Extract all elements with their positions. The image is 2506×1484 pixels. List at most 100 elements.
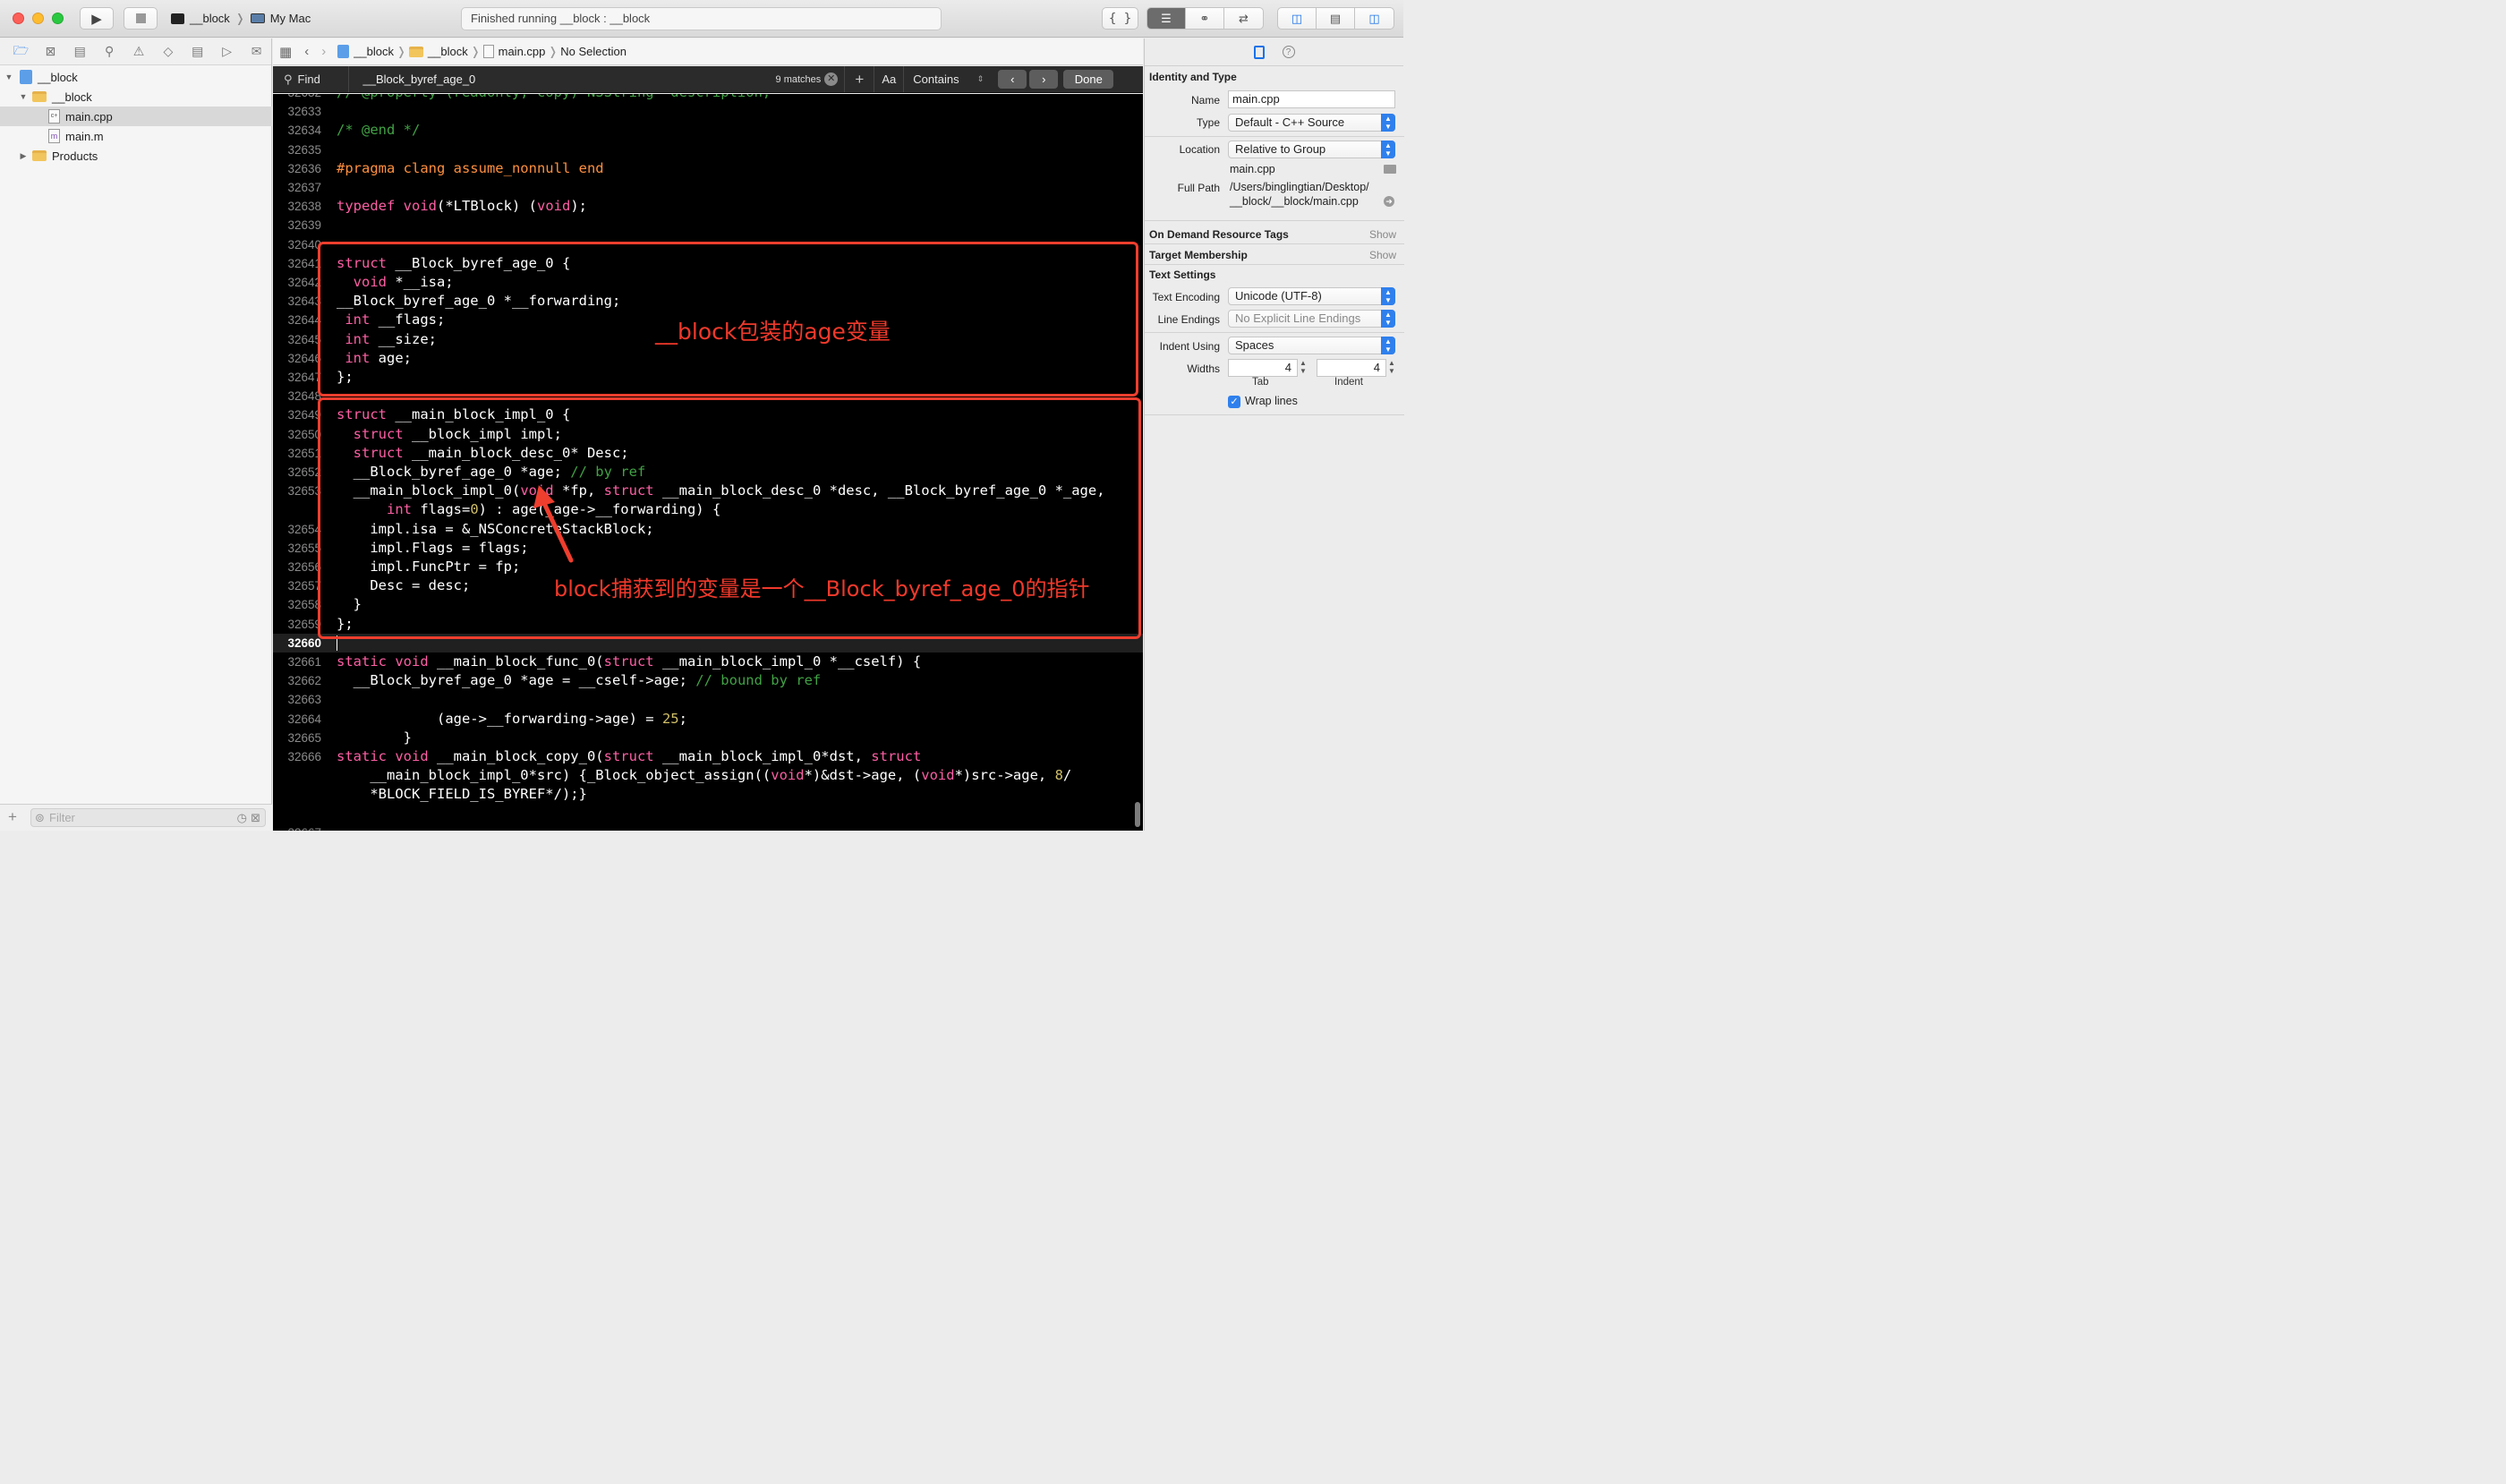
line-number[interactable]: 32666 — [273, 747, 321, 766]
search-icon[interactable]: ⚲ — [95, 44, 124, 59]
close-window-button[interactable] — [13, 13, 24, 24]
filter-field[interactable]: ⊚ Filter ◷ ⊠ — [30, 808, 266, 827]
line-number[interactable]: 32635 — [273, 141, 321, 159]
utilities-toggle-icon[interactable]: ◫ — [1355, 8, 1394, 29]
folder-icon[interactable]: 🗁 — [6, 41, 36, 63]
symbol-icon[interactable]: ▤ — [65, 44, 95, 59]
indent-using-popup[interactable]: Spaces ▲ ▼ — [1228, 337, 1395, 354]
warning-icon[interactable]: ⚠ — [124, 44, 154, 59]
debug-area-toggle-icon[interactable]: ▤ — [1317, 8, 1355, 29]
code-line[interactable]: __main_block_impl_0*src) {_Block_object_… — [273, 766, 1143, 785]
recent-files-icon[interactable]: ◷ — [237, 809, 247, 826]
breadcrumb-project[interactable]: __block — [354, 45, 394, 58]
line-number[interactable]: 32661 — [273, 652, 321, 671]
breadcrumb-file[interactable]: main.cpp — [499, 45, 546, 58]
forward-arrow-icon[interactable]: › — [321, 44, 326, 59]
line-number[interactable]: 32638 — [273, 197, 321, 216]
quick-help-icon[interactable]: ? — [1282, 46, 1295, 58]
code-line[interactable]: 32639 — [273, 216, 1143, 235]
code-line[interactable]: 32634 /* @end */ — [273, 121, 1143, 140]
odr-show-button[interactable]: Show — [1369, 228, 1396, 241]
folder-icon[interactable] — [1384, 165, 1396, 174]
code-line[interactable]: 32667 — [273, 823, 1143, 831]
code-line[interactable]: 32635 — [273, 141, 1143, 159]
minimize-window-button[interactable] — [32, 13, 44, 24]
location-popup[interactable]: Relative to Group ▲ ▼ — [1228, 141, 1395, 158]
encoding-popup[interactable]: Unicode (UTF-8) ▲ ▼ — [1228, 287, 1395, 305]
match-type-popup[interactable]: Contains ⇕ — [903, 66, 991, 92]
line-number[interactable]: 32660 — [273, 634, 321, 652]
version-editor-icon[interactable]: ⇄ — [1224, 8, 1263, 29]
code-line[interactable]: 32666 static void __main_block_copy_0(str… — [273, 747, 1143, 766]
line-number[interactable]: 32639 — [273, 216, 321, 235]
line-number[interactable]: 32646 — [273, 349, 321, 368]
line-number[interactable]: 32662 — [273, 671, 321, 690]
line-number[interactable]: 32657 — [273, 576, 321, 595]
line-number[interactable]: 32663 — [273, 690, 321, 709]
line-number[interactable]: 32655 — [273, 539, 321, 558]
back-arrow-icon[interactable]: ‹ — [304, 44, 309, 59]
line-number[interactable]: 32653 — [273, 482, 321, 500]
stop-button[interactable] — [124, 7, 158, 30]
navigator-toggle-icon[interactable]: ◫ — [1278, 8, 1317, 29]
code-line[interactable]: 32633 — [273, 102, 1143, 121]
related-items-icon[interactable]: ▦ — [279, 44, 292, 60]
code-line[interactable]: 32663 — [273, 690, 1143, 709]
line-number[interactable]: 32652 — [273, 463, 321, 482]
disclosure-closed-icon[interactable]: ▶ — [18, 151, 29, 161]
line-number[interactable]: 32667 — [273, 823, 321, 831]
tab-width-stepper[interactable]: ▲ ▼ — [1299, 359, 1308, 377]
line-number[interactable]: 32634 — [273, 121, 321, 140]
line-number[interactable]: 32648 — [273, 387, 321, 405]
line-number[interactable]: 32659 — [273, 615, 321, 634]
code-line[interactable]: 32661 static void __main_block_func_0(str… — [273, 652, 1143, 671]
report-icon[interactable]: ✉ — [242, 44, 271, 59]
line-number[interactable]: 32632 — [273, 94, 321, 102]
add-icon[interactable]: + — [8, 808, 17, 826]
line-number[interactable]: 32651 — [273, 444, 321, 463]
editor-scrollbar[interactable] — [1135, 802, 1140, 827]
name-field[interactable]: main.cpp — [1228, 90, 1395, 108]
scm-filter-icon[interactable]: ⊠ — [251, 809, 260, 826]
line-number[interactable]: 32647 — [273, 368, 321, 387]
indent-width-field[interactable]: 4 — [1317, 359, 1386, 377]
assistant-editor-icon[interactable]: ⚭ — [1186, 8, 1224, 29]
add-pattern-button[interactable]: + — [844, 66, 874, 92]
scheme-selector[interactable]: __block ❭ My Mac — [171, 8, 311, 29]
code-line[interactable]: 32636 #pragma clang assume_nonnull end — [273, 159, 1143, 178]
wrap-lines-checkbox[interactable]: ✓ — [1228, 396, 1240, 408]
line-number[interactable]: 32633 — [273, 102, 321, 121]
line-number[interactable]: 32640 — [273, 235, 321, 254]
line-number[interactable]: 32664 — [273, 710, 321, 729]
library-button[interactable]: { } — [1102, 7, 1138, 30]
previous-match-button[interactable]: ‹ — [998, 70, 1027, 89]
breadcrumb-symbol[interactable]: No Selection — [560, 45, 626, 58]
tree-item-file[interactable]: m main.m — [0, 126, 272, 146]
code-line[interactable]: 32665 } — [273, 729, 1143, 747]
line-number[interactable]: 32645 — [273, 330, 321, 349]
reveal-arrow-icon[interactable]: ➜ — [1384, 196, 1394, 207]
line-number[interactable]: 32644 — [273, 311, 321, 329]
line-number[interactable]: 32654 — [273, 520, 321, 539]
tree-item-group[interactable]: ▼ __block — [0, 87, 272, 107]
code-line[interactable]: *BLOCK_FIELD_IS_BYREF*/);} — [273, 785, 1143, 804]
tab-width-field[interactable]: 4 — [1228, 359, 1298, 377]
case-sensitive-button[interactable]: Aa — [874, 66, 903, 92]
done-button[interactable]: Done — [1063, 70, 1114, 89]
find-query-field[interactable]: __Block_byref_age_0 — [347, 66, 769, 92]
disclosure-open-icon[interactable]: ▼ — [18, 92, 29, 101]
code-line[interactable]: 32632 // @property (readonly, copy) NSStr… — [273, 94, 1143, 102]
type-popup[interactable]: Default - C++ Source ▲ ▼ — [1228, 114, 1395, 132]
line-number[interactable]: 32650 — [273, 425, 321, 444]
zoom-window-button[interactable] — [52, 13, 64, 24]
debug-icon[interactable]: ▤ — [183, 44, 212, 59]
code-line[interactable] — [273, 805, 1143, 823]
code-line[interactable]: 32664 (age->__forwarding->age) = 25; — [273, 710, 1143, 729]
line-number[interactable]: 32656 — [273, 558, 321, 576]
file-inspector-icon[interactable] — [1253, 45, 1265, 59]
line-number[interactable]: 32641 — [273, 254, 321, 273]
line-number[interactable]: 32649 — [273, 405, 321, 424]
breadcrumb-group[interactable]: __block — [428, 45, 468, 58]
tree-item-project[interactable]: ▼ __block — [0, 67, 272, 87]
standard-editor-icon[interactable]: ☰ — [1147, 8, 1186, 29]
